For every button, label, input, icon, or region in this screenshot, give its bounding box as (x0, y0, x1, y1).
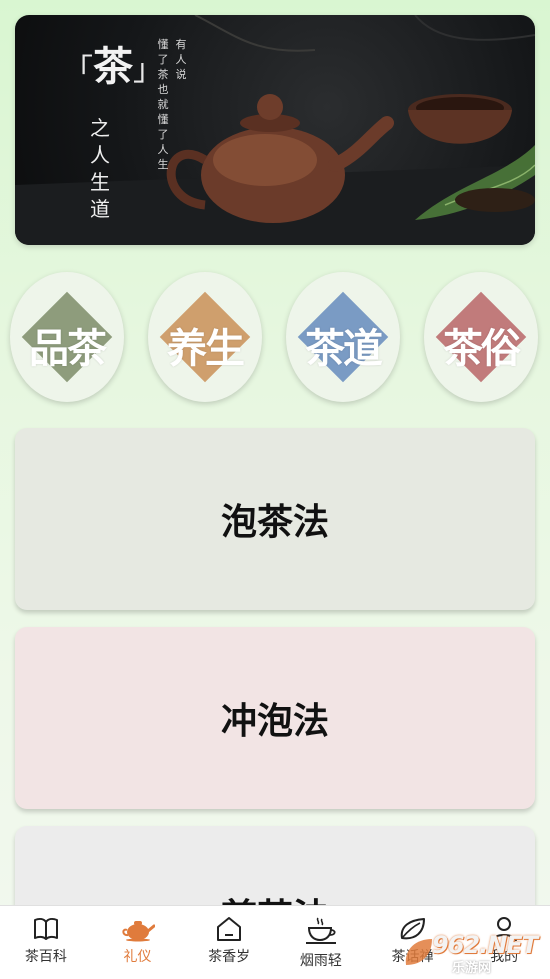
nav-item-chahuachan[interactable]: 茶话禅 (367, 906, 459, 979)
banner-poem-col1: 有人说 (175, 38, 187, 81)
user-icon (491, 917, 518, 942)
banner-vertical-text: 之人生道 (90, 116, 110, 221)
category-label: 茶道 (305, 326, 383, 372)
category-label: 品茶 (29, 326, 107, 372)
nav-label: 茶香岁 (208, 949, 251, 965)
bottom-nav: 茶百科 礼仪 茶香岁 烟雨轻 茶话禅 我的 (0, 905, 550, 979)
banner-poem-col2: 懂了茶也就懂了人生 (157, 38, 169, 171)
nav-item-chaxiangsui[interactable]: 茶香岁 (183, 906, 275, 979)
teapot-icon (121, 921, 155, 942)
nav-item-wode[interactable]: 我的 (458, 906, 550, 979)
category-pincha[interactable]: 品茶 (10, 272, 124, 402)
category-label: 养生 (167, 326, 245, 372)
category-row: 品茶 养生 茶道 茶俗 (0, 272, 550, 402)
tea-banner[interactable]: 「茶」 之人生道 有人说 懂了茶也就懂了人生 (15, 15, 535, 245)
nav-label: 烟雨轻 (299, 953, 342, 969)
nav-label: 茶百科 (24, 949, 67, 965)
nav-item-liyi[interactable]: 礼仪 (92, 906, 184, 979)
card-title: 冲泡法 (220, 701, 329, 742)
teacup-icon (305, 917, 336, 944)
leaf-icon (400, 918, 425, 940)
category-yangsheng[interactable]: 养生 (148, 272, 262, 402)
book-icon (33, 917, 58, 940)
nav-label: 我的 (490, 949, 519, 965)
banner-title: 「茶」 (63, 43, 163, 90)
nav-label: 礼仪 (123, 949, 152, 965)
card-title: 泡茶法 (220, 502, 329, 543)
house-icon (217, 917, 242, 941)
category-chasu[interactable]: 茶俗 (424, 272, 538, 402)
nav-label: 茶话禅 (391, 949, 434, 965)
nav-item-yanyuqing[interactable]: 烟雨轻 (275, 906, 367, 979)
category-chadao[interactable]: 茶道 (286, 272, 400, 402)
category-label: 茶俗 (443, 326, 521, 372)
card-chongpaofa[interactable]: 冲泡法 (15, 627, 535, 809)
nav-item-chabaike[interactable]: 茶百科 (0, 906, 92, 979)
card-paochafa[interactable]: 泡茶法 (15, 428, 535, 610)
